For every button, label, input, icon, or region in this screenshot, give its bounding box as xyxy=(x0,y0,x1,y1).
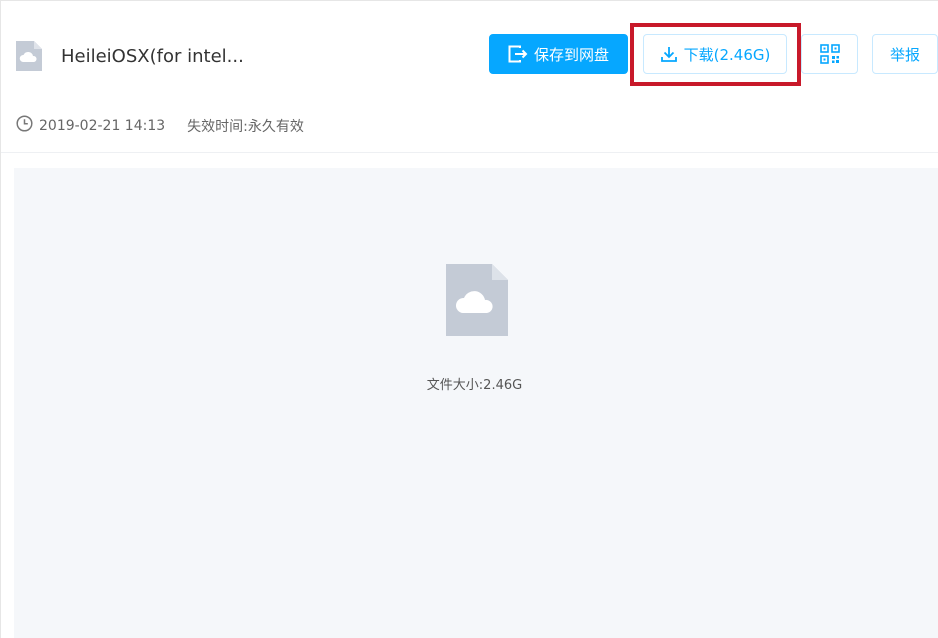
share-date: 2019-02-21 14:13 xyxy=(39,117,166,134)
qr-code-icon xyxy=(819,44,840,64)
expire-value: 永久有效 xyxy=(247,118,304,135)
file-meta: 2019-02-21 14:13 失效时间: 永久有效 xyxy=(16,115,304,136)
cloud-file-icon xyxy=(446,264,508,336)
download-button-label: 下载(2.46G) xyxy=(683,45,771,64)
download-icon xyxy=(660,47,677,62)
save-button-label: 保存到网盘 xyxy=(533,45,609,64)
expire-label: 失效时间: xyxy=(187,118,248,135)
share-page: HeileiOSX(for intel... 保存到网盘 下载(2.46G) 举… xyxy=(0,0,938,638)
report-button[interactable]: 举报 xyxy=(872,34,938,74)
cloud-file-icon xyxy=(16,41,42,71)
save-export-icon xyxy=(508,45,528,63)
file-header: HeileiOSX(for intel... 保存到网盘 下载(2.46G) 举… xyxy=(1,1,938,153)
download-button[interactable]: 下载(2.46G) xyxy=(643,34,787,74)
save-to-netdisk-button[interactable]: 保存到网盘 xyxy=(489,34,628,74)
clock-icon xyxy=(16,115,33,136)
qr-code-button[interactable] xyxy=(801,34,858,74)
file-title: HeileiOSX(for intel... xyxy=(61,46,244,67)
report-button-label: 举报 xyxy=(889,45,920,64)
file-size-text: 文件大小:2.46G xyxy=(426,378,523,393)
file-preview-area: 文件大小:2.46G xyxy=(14,168,938,638)
